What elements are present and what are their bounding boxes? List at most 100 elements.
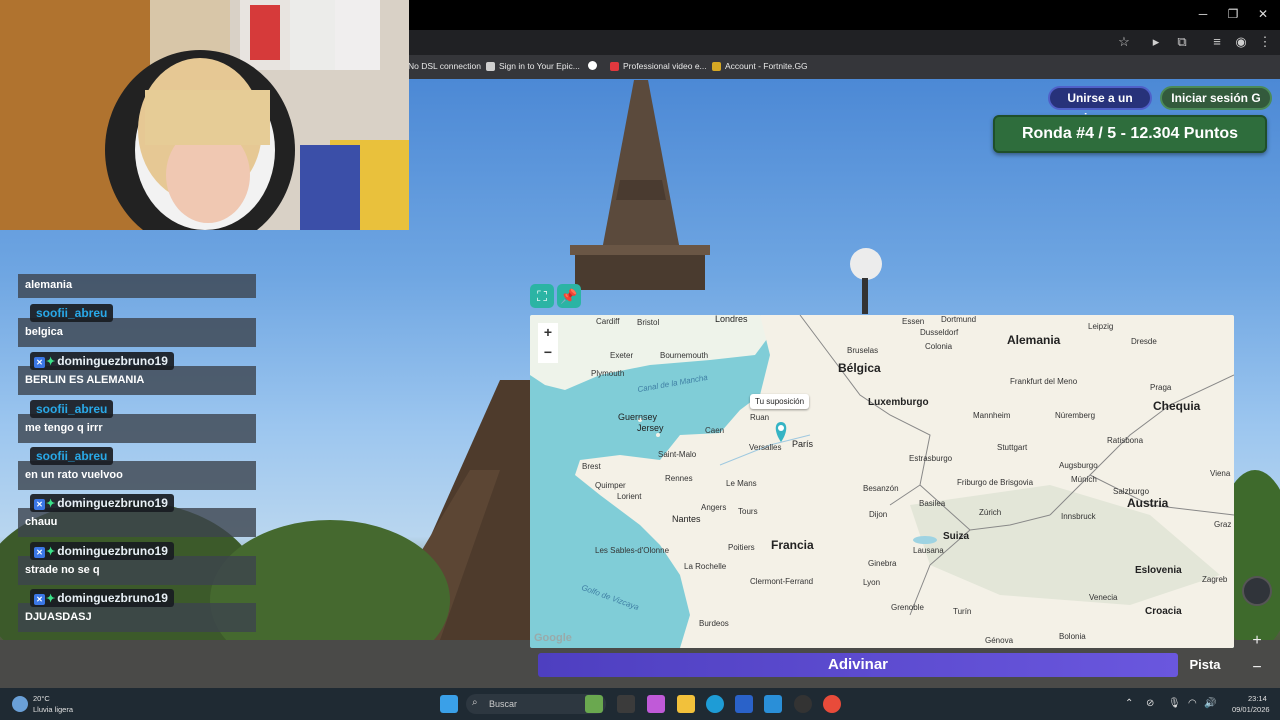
bookmark-item[interactable]: No DSL connection xyxy=(408,61,481,71)
map-city-label: Jersey xyxy=(637,423,664,433)
play-icon[interactable]: ▸ xyxy=(1148,34,1164,50)
edge-icon[interactable] xyxy=(706,695,724,713)
map-city-label: Les Sables-d'Olonne xyxy=(595,546,670,555)
map-city-label: Lyon xyxy=(863,578,881,587)
weather-temp: 20°C xyxy=(33,694,50,703)
obs-icon[interactable] xyxy=(794,695,812,713)
map-city-label: Grenoble xyxy=(891,603,924,612)
minimize-icon[interactable]: ─ xyxy=(1193,7,1213,21)
map-city-label: París xyxy=(792,439,814,449)
map-city-label: Lorient xyxy=(617,492,642,501)
sparkle-icon: ✦ xyxy=(46,593,56,605)
windows-start-icon[interactable] xyxy=(440,695,458,713)
webcam-image xyxy=(0,0,409,230)
playlist-icon[interactable]: ≡ xyxy=(1209,34,1225,49)
join-game-button[interactable]: Unirse a un juego xyxy=(1048,86,1152,125)
bookmark-item[interactable]: Professional video e... xyxy=(610,61,707,71)
guess-pin-label: Tu suposición xyxy=(750,394,810,409)
clock-date[interactable]: 09/01/2026 xyxy=(1232,705,1270,714)
star-icon[interactable]: ☆ xyxy=(1116,34,1132,50)
volume-icon[interactable]: 🔊 xyxy=(1204,698,1216,709)
map-city-label: Ruan xyxy=(750,413,770,422)
map-city-label: Ginebra xyxy=(868,559,897,568)
guess-map[interactable] xyxy=(530,315,1234,648)
map-city-label: Zúrich xyxy=(979,508,1002,517)
extensions-icon[interactable]: ⧉ xyxy=(1174,34,1190,50)
close-icon[interactable]: ✕ xyxy=(1253,7,1273,21)
profile-icon[interactable]: ◉ xyxy=(1233,34,1249,50)
login-button[interactable]: Iniciar sesión G xyxy=(1160,86,1272,110)
map-city-label: Augsburgo xyxy=(1059,461,1098,470)
map-city-label: Bruselas xyxy=(847,346,879,355)
map-zoom-in-button[interactable]: + xyxy=(538,323,558,343)
map-city-label: Bristol xyxy=(637,318,660,327)
compass-icon[interactable] xyxy=(1242,576,1272,606)
chrome-icon[interactable] xyxy=(823,695,841,713)
weather-desc: Lluvia ligera xyxy=(33,705,74,714)
map-city-label: Brest xyxy=(582,462,601,471)
file-explorer-icon[interactable] xyxy=(677,695,695,713)
clock-time[interactable]: 23:14 xyxy=(1248,694,1267,703)
network-icon[interactable]: ⊘ xyxy=(1146,698,1154,709)
copilot-icon[interactable] xyxy=(647,695,665,713)
chat-username: ✕ ✦ dominguezbruno19 xyxy=(30,494,174,512)
google-logo: Google xyxy=(534,632,572,644)
wifi-icon[interactable]: ◠ xyxy=(1188,698,1197,709)
chevron-up-icon[interactable]: ⌃ xyxy=(1125,698,1133,709)
chat-message-text: strade no se q xyxy=(25,564,100,576)
map-country-label: Luxemburgo xyxy=(868,397,929,408)
bookmark-item[interactable]: Sign in to Your Epic... xyxy=(486,61,580,71)
maximize-icon[interactable]: ❐ xyxy=(1223,7,1243,21)
chat-message-text: DJUASDASJ xyxy=(25,611,92,623)
chat-username: ✕ ✦ dominguezbruno19 xyxy=(30,542,174,560)
map-city-label: Zagreb xyxy=(1202,575,1228,584)
guess-button[interactable]: Adivinar xyxy=(538,653,1178,677)
street-view-zoom-in-icon[interactable]: + xyxy=(1247,632,1267,650)
map-city-label: Friburgo de Brisgovia xyxy=(957,478,1034,487)
mail-icon[interactable] xyxy=(764,695,782,713)
map-city-label: Poitiers xyxy=(728,543,755,552)
search-highlight-icon[interactable] xyxy=(585,695,603,713)
map-zoom-out-button[interactable]: − xyxy=(538,343,558,363)
map-city-label: Nantes xyxy=(672,514,701,524)
map-city-label: Colonia xyxy=(925,342,953,351)
sparkle-icon: ✦ xyxy=(46,498,56,510)
chat-message-text: belgica xyxy=(25,326,63,338)
map-city-label: Dortmund xyxy=(941,315,977,324)
map-country-label: Eslovenia xyxy=(1135,565,1182,576)
sparkle-icon: ✦ xyxy=(46,546,56,558)
map-city-label: Besanzón xyxy=(863,484,899,493)
map-country-label: Chequia xyxy=(1153,399,1201,413)
map-city-label: Exeter xyxy=(610,351,634,360)
map-city-label: Ratisbona xyxy=(1107,436,1144,445)
badge-icon: ✕ xyxy=(34,499,45,510)
map-city-label: Burdeos xyxy=(699,619,729,628)
bookmark-item[interactable] xyxy=(588,61,597,70)
expand-map-icon[interactable]: ⛶ xyxy=(530,284,554,308)
map-city-label: Lausana xyxy=(913,546,944,555)
menu-icon[interactable]: ⋮ xyxy=(1257,34,1273,50)
map-city-label: La Rochelle xyxy=(684,562,727,571)
chat-username: ✕ ✦ dominguezbruno19 xyxy=(30,352,174,370)
task-view-icon[interactable] xyxy=(617,695,635,713)
badge-icon: ✕ xyxy=(34,357,45,368)
map-country-label: Bélgica xyxy=(838,361,881,375)
hint-button[interactable]: Pista xyxy=(1184,653,1226,677)
map-city-label: Angers xyxy=(701,503,727,512)
sparkle-icon: ✦ xyxy=(46,356,56,368)
map-city-label: Essen xyxy=(902,317,925,326)
bookmark-item[interactable]: Account - Fortnite.GG xyxy=(712,61,808,71)
microphone-icon[interactable]: 🎙 xyxy=(1168,698,1181,709)
map-city-label: Dijon xyxy=(869,510,888,519)
pin-map-icon[interactable]: 📌 xyxy=(557,284,581,308)
chat-username: soofii_abreu xyxy=(30,447,114,465)
map-city-label: Bolonia xyxy=(1059,632,1086,641)
search-icon: ⌕ xyxy=(472,697,478,708)
map-city-label: Innsbruck xyxy=(1061,512,1096,521)
store-icon[interactable] xyxy=(735,695,753,713)
chat-username: soofii_abreu xyxy=(30,400,114,418)
badge-icon: ✕ xyxy=(34,594,45,605)
street-view-zoom-out-icon[interactable]: − xyxy=(1247,659,1267,677)
map-city-label: Stuttgart xyxy=(997,443,1028,452)
windows-taskbar xyxy=(0,688,1280,720)
